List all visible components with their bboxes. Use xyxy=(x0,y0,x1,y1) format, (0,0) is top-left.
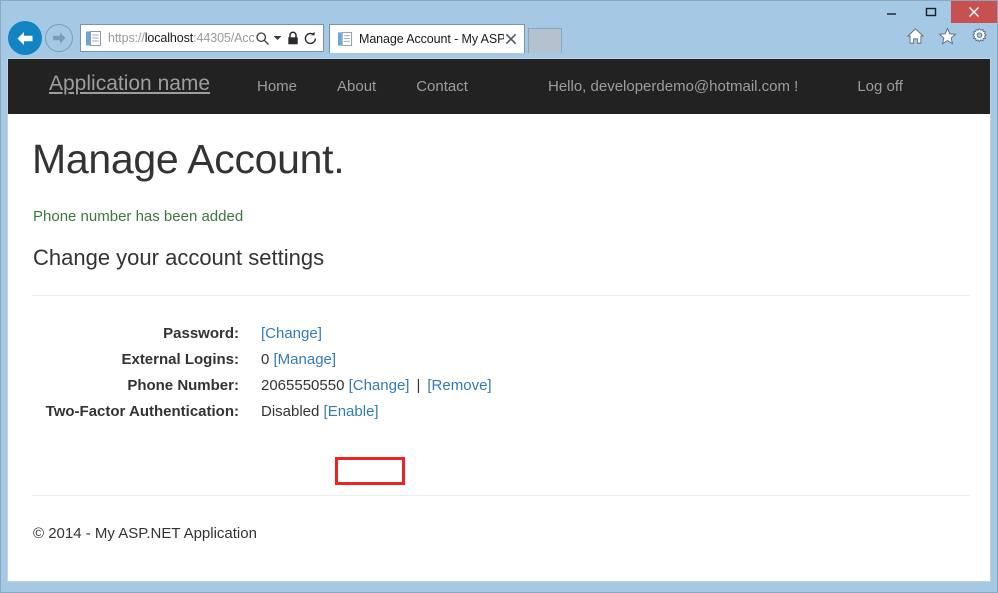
nav-link-contact[interactable]: Contact xyxy=(416,78,468,95)
lock-icon xyxy=(286,31,300,46)
back-arrow-icon xyxy=(15,30,35,47)
change-password-link[interactable]: [Change] xyxy=(261,325,322,342)
link-separator: | xyxy=(409,377,427,394)
browser-command-icons xyxy=(906,27,989,46)
close-window-button[interactable] xyxy=(951,1,997,23)
close-icon[interactable] xyxy=(504,32,518,46)
row-label-external-logins: External Logins: xyxy=(32,347,239,372)
navbar-brand[interactable]: Application name xyxy=(49,72,210,96)
browser-window: https://localhost:44305/Acc xyxy=(0,0,998,593)
navbar-links: Home About Contact xyxy=(257,78,468,95)
page-document-icon xyxy=(337,31,353,47)
window-controls xyxy=(871,1,997,23)
row-value-phone-number: 2065550550 [Change]|[Remove] xyxy=(261,373,592,398)
two-factor-state: Disabled xyxy=(261,403,324,420)
page-footer: © 2014 - My ASP.NET Application xyxy=(33,525,257,542)
divider-bottom xyxy=(32,495,970,496)
maximize-button[interactable] xyxy=(911,1,951,23)
security-lock-button[interactable] xyxy=(284,29,301,48)
status-message: Phone number has been added xyxy=(33,208,243,225)
divider-top xyxy=(32,295,970,296)
forward-arrow-icon xyxy=(51,31,67,45)
back-button[interactable] xyxy=(8,21,42,55)
site-navbar: Application name Home About Contact Hell… xyxy=(8,59,990,114)
row-value-password: [Change] xyxy=(261,321,592,346)
minimize-icon xyxy=(886,7,897,18)
section-heading: Change your account settings xyxy=(33,245,324,271)
address-bar[interactable]: https://localhost:44305/Acc xyxy=(80,24,324,52)
maximize-icon xyxy=(925,6,937,18)
new-tab-button[interactable] xyxy=(528,28,562,53)
search-magnifier-icon xyxy=(255,31,270,46)
address-url-text: https://localhost:44305/Acc xyxy=(108,31,254,45)
nav-link-home[interactable]: Home xyxy=(257,78,297,95)
close-icon xyxy=(968,6,980,18)
row-value-two-factor: Disabled [Enable] xyxy=(261,399,592,424)
account-row-two-factor: Two-Factor Authentication: Disabled [Ena… xyxy=(32,399,592,424)
account-row-external-logins: External Logins: 0 [Manage] xyxy=(32,347,592,372)
page-viewport: Application name Home About Contact Hell… xyxy=(7,58,991,582)
enable-link-highlight-box xyxy=(335,457,405,485)
url-scheme: https:// xyxy=(108,31,145,45)
home-icon[interactable] xyxy=(906,27,925,46)
account-settings-list: Password: [Change] External Logins: 0 [M… xyxy=(32,321,592,425)
remove-phone-link[interactable]: [Remove] xyxy=(427,377,491,394)
forward-button[interactable] xyxy=(45,24,73,52)
tab-title: Manage Account - My ASP.... xyxy=(359,32,504,46)
page-title: Manage Account. xyxy=(32,136,344,183)
nav-link-about[interactable]: About xyxy=(337,78,376,95)
browser-title-bar: https://localhost:44305/Acc xyxy=(1,1,997,58)
enable-two-factor-link[interactable]: [Enable] xyxy=(324,403,379,420)
settings-gear-icon[interactable] xyxy=(970,27,989,46)
row-label-phone-number: Phone Number: xyxy=(32,373,239,398)
url-host: localhost xyxy=(145,31,193,45)
address-search-button[interactable] xyxy=(254,29,271,48)
navbar-user-area: Hello, developerdemo@hotmail.com ! Log o… xyxy=(548,78,903,95)
row-label-two-factor: Two-Factor Authentication: xyxy=(32,399,239,424)
change-phone-link[interactable]: [Change] xyxy=(349,377,410,394)
favorites-star-icon[interactable] xyxy=(938,27,957,46)
refresh-icon xyxy=(303,31,318,46)
account-row-password: Password: [Change] xyxy=(32,321,592,346)
url-rest: :44305/Acc xyxy=(193,31,254,45)
address-dropdown-button[interactable] xyxy=(271,29,284,48)
refresh-button[interactable] xyxy=(301,29,320,48)
row-label-password: Password: xyxy=(32,321,239,346)
minimize-button[interactable] xyxy=(871,1,911,23)
chevron-down-icon xyxy=(273,35,282,41)
navbar-logoff-link[interactable]: Log off xyxy=(857,78,903,95)
phone-number-value: 2065550550 xyxy=(261,377,349,394)
external-logins-count: 0 xyxy=(261,351,274,368)
manage-external-logins-link[interactable]: [Manage] xyxy=(274,351,337,368)
page-document-icon xyxy=(85,30,102,47)
browser-tab[interactable]: Manage Account - My ASP.... xyxy=(329,24,525,53)
navbar-greeting-link[interactable]: Hello, developerdemo@hotmail.com ! xyxy=(548,78,798,95)
row-value-external-logins: 0 [Manage] xyxy=(261,347,592,372)
account-row-phone-number: Phone Number: 2065550550 [Change]|[Remov… xyxy=(32,373,592,398)
